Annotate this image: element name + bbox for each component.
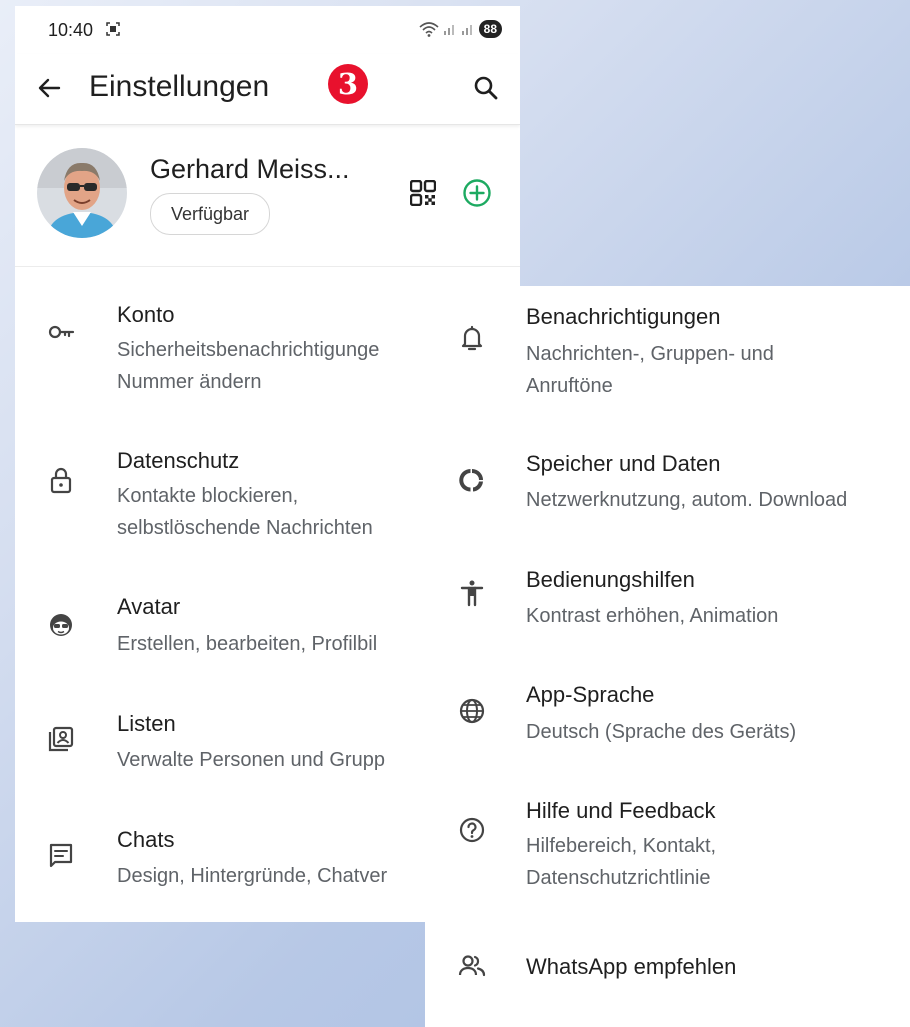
back-arrow-icon[interactable] [35, 74, 63, 102]
settings-panel-right: Benachrichtigungen Nachrichten-, Gruppen… [425, 286, 910, 1027]
settings-item-title: Listen [117, 711, 176, 736]
settings-item-title: Bedienungshilfen [526, 567, 695, 592]
lock-icon [50, 467, 72, 494]
key-icon [48, 325, 75, 339]
settings-item-title: Benachrichtigungen [526, 304, 721, 329]
settings-item-benachrichtigungen[interactable]: Benachrichtigungen Nachrichten-, Gruppen… [425, 286, 910, 416]
settings-item-subtitle: Verwalte Personen und Grupp [117, 749, 385, 771]
step-number-badge: 3 [328, 64, 368, 104]
settings-item-title: App-Sprache [526, 682, 655, 707]
page-title: Einstellungen [89, 70, 270, 103]
settings-item-title: Chats [117, 827, 175, 852]
bell-icon [461, 325, 483, 351]
settings-item-bedienungshilfen[interactable]: Bedienungshilfen Kontrast erhöhen, Anima… [425, 550, 910, 660]
accessibility-icon [460, 580, 484, 607]
status-chip[interactable]: Verfügbar [150, 193, 271, 235]
qr-code-icon[interactable] [410, 180, 436, 206]
profile-avatar[interactable] [37, 148, 127, 238]
search-icon[interactable] [472, 74, 500, 102]
contact-list-icon [48, 726, 74, 752]
settings-item-title: Datenschutz [117, 448, 240, 473]
settings-item-title: Speicher und Daten [526, 451, 721, 476]
settings-item-subtitle: Design, Hintergründe, Chatver [117, 865, 388, 887]
settings-item-title: Hilfe und Feedback [526, 798, 716, 823]
people-icon [458, 955, 486, 977]
settings-item-app-sprache[interactable]: App-Sprache Deutsch (Sprache des Geräts) [425, 666, 910, 776]
settings-item-subtitle: Sicherheitsbenachrichtigunge Nummer ände… [117, 339, 380, 393]
settings-item-empfehlen[interactable]: WhatsApp empfehlen [425, 934, 910, 1004]
status-bar: 10:40 88 [15, 6, 520, 54]
screenshot-icon [106, 22, 120, 36]
avatar-face-icon [50, 614, 72, 636]
signal-icon-2 [461, 25, 472, 35]
add-circle-icon[interactable] [462, 178, 492, 208]
settings-item-title: Konto [117, 302, 175, 327]
signal-icon [443, 25, 454, 35]
settings-item-speicher[interactable]: Speicher und Daten Netzwerknutzung, auto… [425, 434, 910, 544]
storage-circle-icon [459, 469, 483, 492]
settings-item-subtitle: Kontrast erhöhen, Animation [526, 605, 779, 627]
settings-item-hilfe[interactable]: Hilfe und Feedback Hilfebereich, Kontakt… [425, 782, 910, 922]
app-bar: Einstellungen 3 [15, 54, 520, 125]
settings-item-title: WhatsApp empfehlen [526, 954, 737, 979]
settings-item-title: Avatar [117, 594, 181, 619]
battery-badge: 88 [478, 20, 502, 38]
chat-icon [49, 843, 73, 868]
status-time: 10:40 [48, 20, 94, 40]
settings-item-subtitle: Nachrichten-, Gruppen- und Anruftöne [526, 343, 774, 397]
profile-header[interactable]: Gerhard Meiss... Verfügbar [15, 126, 520, 267]
profile-photo [37, 148, 127, 238]
wifi-icon [419, 22, 439, 37]
settings-item-subtitle: Kontakte blockieren, selbstlöschende Nac… [117, 485, 373, 539]
settings-item-subtitle: Erstellen, bearbeiten, Profilbil [117, 633, 378, 655]
settings-item-subtitle: Hilfebereich, Kontakt, Datenschutzrichtl… [526, 835, 717, 889]
help-icon [459, 817, 485, 843]
globe-icon [459, 698, 485, 724]
settings-item-subtitle: Deutsch (Sprache des Geräts) [526, 721, 797, 743]
settings-item-subtitle: Netzwerknutzung, autom. Download [526, 489, 848, 511]
profile-name[interactable]: Gerhard Meiss... [150, 154, 350, 185]
status-icons: 88 [419, 20, 502, 38]
